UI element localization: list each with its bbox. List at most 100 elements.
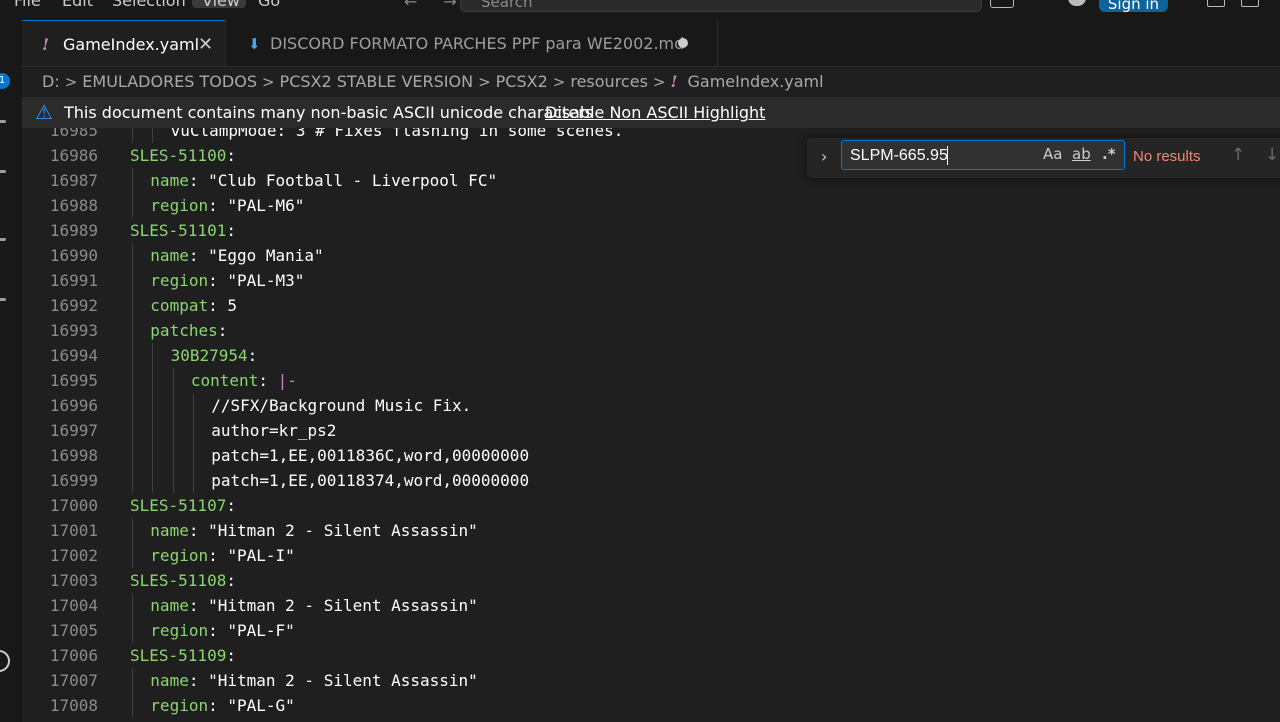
code-line[interactable]: 17006 SLES-51109: xyxy=(22,643,1280,668)
code-line[interactable]: 16999 patch=1,EE,00118374,word,00000000 xyxy=(22,468,1280,493)
whole-word-icon[interactable]: ab xyxy=(1072,145,1091,163)
code-text: patches: xyxy=(150,318,227,343)
regex-icon[interactable]: .* xyxy=(1102,145,1116,163)
match-case-icon[interactable]: Aa xyxy=(1043,145,1062,163)
indent-guide xyxy=(132,193,133,218)
code-text: SLES-51110: xyxy=(130,718,236,722)
chevron-right-icon: > xyxy=(64,73,78,91)
indent-guide xyxy=(152,393,154,418)
code-token: SLES-51107 xyxy=(130,496,227,515)
find-input-box[interactable]: Aa ab .* xyxy=(841,140,1125,170)
tab-bar: ! GameIndex.yaml ✕ ⬇ DISCORD FORMATO PAR… xyxy=(22,20,1280,67)
code-line[interactable]: 16998 patch=1,EE,0011836C,word,00000000 xyxy=(22,443,1280,468)
indent-guide xyxy=(192,418,194,443)
code-line[interactable]: 17009 SLES-51110: xyxy=(22,718,1280,722)
previous-match-icon[interactable]: ↑ xyxy=(1231,145,1245,165)
line-number: 16999 xyxy=(49,471,98,490)
code-line[interactable]: 16990 name: "Eggo Mania" xyxy=(22,243,1280,268)
code-line[interactable]: 17004 name: "Hitman 2 - Silent Assassin" xyxy=(22,593,1280,618)
code-token: name xyxy=(150,596,189,615)
command-center-search[interactable]: Search xyxy=(460,0,982,12)
tab-discord-md[interactable]: ⬇ DISCORD FORMATO PARCHES PPF para WE200… xyxy=(226,20,718,66)
breadcrumb-file[interactable]: GameIndex.yaml xyxy=(688,72,824,91)
code-line[interactable]: 16997 author=kr_ps2 xyxy=(22,418,1280,443)
code-line[interactable]: 17000 SLES-51107: xyxy=(22,493,1280,518)
code-line[interactable]: 16988 region: "PAL-M6" xyxy=(22,193,1280,218)
code-token: : xyxy=(208,696,228,715)
code-token: : xyxy=(188,521,209,540)
code-token: : xyxy=(208,271,228,290)
extensions-icon[interactable] xyxy=(0,298,6,301)
code-line[interactable]: 17008 region: "PAL-G" xyxy=(22,693,1280,718)
indent-guide xyxy=(152,368,154,393)
chevron-right-icon: > xyxy=(552,73,566,91)
line-number: 16998 xyxy=(49,446,98,465)
code-line[interactable]: 16992 compat: 5 xyxy=(22,293,1280,318)
code-line[interactable]: 17003 SLES-51108: xyxy=(22,568,1280,593)
code-token: "PAL-G" xyxy=(227,696,295,715)
indent-guide xyxy=(132,668,133,693)
menu-file[interactable]: File xyxy=(14,0,41,10)
code-token: SLES-51100 xyxy=(130,146,227,165)
code-line[interactable]: 17007 name: "Hitman 2 - Silent Assassin" xyxy=(22,668,1280,693)
toggle-panel-icon[interactable] xyxy=(1207,0,1225,7)
indent-guide xyxy=(192,393,194,418)
close-icon[interactable]: ✕ xyxy=(198,21,213,69)
code-token: SLES-51109 xyxy=(130,646,227,665)
code-line[interactable]: 17001 name: "Hitman 2 - Silent Assassin" xyxy=(22,518,1280,543)
next-match-icon[interactable]: ↓ xyxy=(1265,145,1279,165)
search-view-icon[interactable] xyxy=(0,120,6,123)
code-line[interactable]: 16989 SLES-51101: xyxy=(22,218,1280,243)
line-number: 16993 xyxy=(49,321,98,340)
toggle-sidebar-icon[interactable] xyxy=(1241,0,1259,7)
indent-guide xyxy=(132,468,133,493)
code-token: content xyxy=(190,371,259,390)
code-text: compat: 5 xyxy=(150,293,237,318)
code-line[interactable]: 17002 region: "PAL-I" xyxy=(22,543,1280,568)
indent-guide xyxy=(152,468,154,493)
code-token: : xyxy=(258,371,278,390)
code-line[interactable]: 16996 //SFX/Background Music Fix. xyxy=(22,393,1280,418)
indent-guide xyxy=(172,393,174,418)
menu-go[interactable]: Go xyxy=(258,0,280,10)
run-debug-icon[interactable] xyxy=(0,238,6,241)
unsaved-dot-icon[interactable] xyxy=(678,38,688,48)
code-token: : xyxy=(188,671,209,690)
breadcrumb-drive[interactable]: D: xyxy=(42,72,60,91)
breadcrumb-folder[interactable]: PCSX2 xyxy=(496,72,548,91)
indent-guide xyxy=(132,543,133,568)
indent-guide xyxy=(132,418,133,443)
chat-icon[interactable] xyxy=(990,0,1014,8)
breadcrumb-folder[interactable]: EMULADORES TODOS xyxy=(82,72,257,91)
code-line[interactable]: 16994 30B27954: xyxy=(22,343,1280,368)
tab-gameindex-yaml[interactable]: ! GameIndex.yaml ✕ xyxy=(22,20,226,66)
toggle-replace-icon[interactable]: › xyxy=(821,147,827,166)
code-line[interactable]: 17005 region: "PAL-F" xyxy=(22,618,1280,643)
line-number: 16997 xyxy=(49,421,98,440)
code-token: 30B27954 xyxy=(170,346,248,365)
find-input[interactable] xyxy=(848,145,1032,167)
code-text: SLES-51101: xyxy=(130,218,236,243)
menu-edit[interactable]: Edit xyxy=(62,0,93,10)
copilot-icon[interactable] xyxy=(1068,0,1086,6)
line-number: 16991 xyxy=(49,271,98,290)
code-editor[interactable]: 16985 vuClampMode: 3 # Fixes flashing in … xyxy=(22,128,1280,722)
breadcrumb-folder[interactable]: resources xyxy=(570,72,648,91)
disable-highlight-link[interactable]: Disable Non ASCII Highlight xyxy=(545,97,765,128)
code-token: : xyxy=(208,546,228,565)
indent-guide xyxy=(152,443,154,468)
code-line[interactable]: 16993 patches: xyxy=(22,318,1280,343)
breadcrumb-folder[interactable]: PCSX2 STABLE VERSION xyxy=(280,72,474,91)
line-number: 16986 xyxy=(49,146,98,165)
source-control-icon[interactable] xyxy=(0,170,6,173)
code-token: : xyxy=(226,221,236,240)
accounts-icon[interactable] xyxy=(0,650,10,672)
activity-bar: 1 xyxy=(0,20,23,722)
code-token: "Hitman 2 - Silent Assassin" xyxy=(208,521,478,540)
code-line[interactable]: 16995 content: |- xyxy=(22,368,1280,393)
code-token: SLES-51101 xyxy=(130,221,227,240)
code-line[interactable]: 16991 region: "PAL-M3" xyxy=(22,268,1280,293)
sign-in-button[interactable]: Sign in xyxy=(1099,0,1168,13)
menu-selection[interactable]: Selection xyxy=(112,0,186,10)
menu-view[interactable]: View xyxy=(202,0,240,10)
